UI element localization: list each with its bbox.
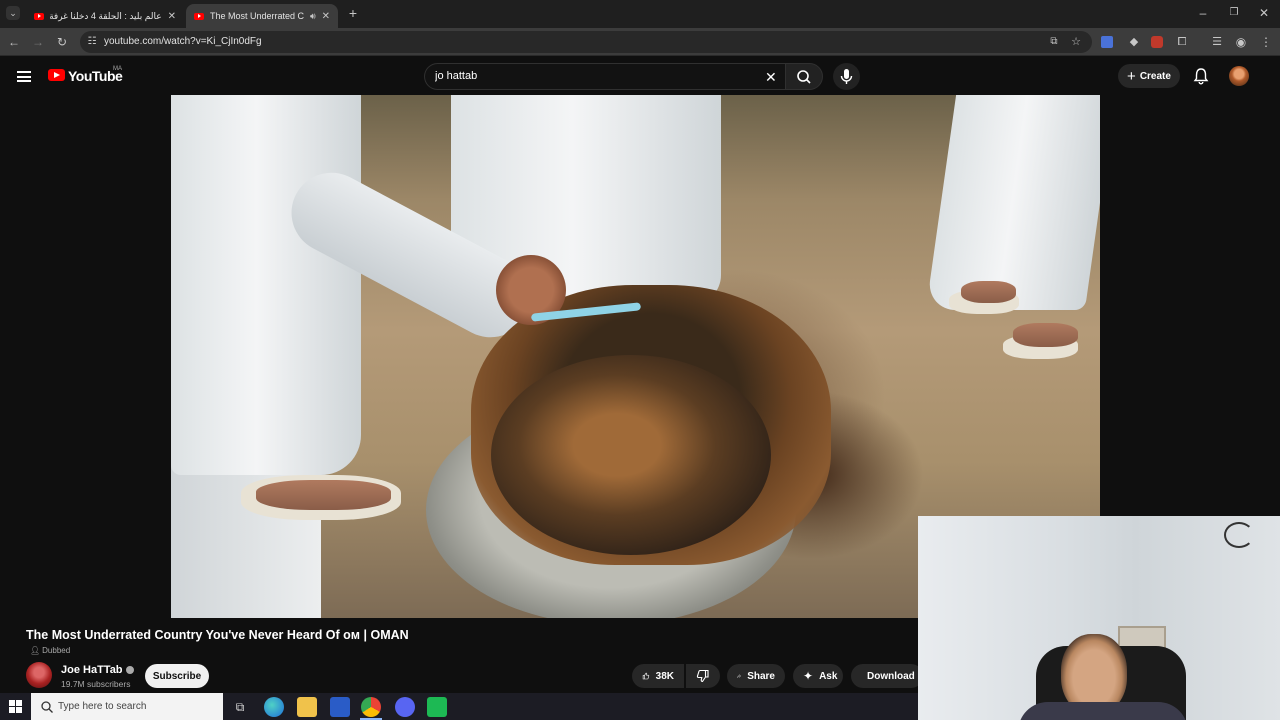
back-icon[interactable]: ← [6, 34, 22, 50]
subscriber-count: 19.7M subscribers [61, 679, 131, 689]
youtube-header: YouTube MA ✕ + Create [0, 57, 1280, 95]
chrome-icon[interactable] [361, 697, 381, 717]
tab-title: The Most Underrated Coun [210, 11, 304, 21]
video-frame-robe [171, 95, 361, 475]
share-button[interactable]: Share [727, 664, 785, 688]
video-frame-leaves [491, 355, 771, 555]
address-bar[interactable]: ☷ youtube.com/watch?v=Ki_CjIn0dFg ⧉ ☆ [80, 31, 1092, 53]
search-box[interactable]: ✕ [424, 63, 786, 90]
youtube-favicon-icon [194, 12, 204, 20]
sparkle-icon: ✦ [803, 669, 814, 683]
tab-title: عالم بليد : الحلقة 4 دخلنا غرفة 😳 [50, 10, 162, 21]
close-tab-icon[interactable]: ✕ [322, 11, 330, 22]
verified-badge-icon [125, 666, 134, 674]
video-title: The Most Underrated Country You've Never… [26, 628, 409, 642]
windows-start-icon[interactable] [9, 700, 22, 713]
browser-tab-1[interactable]: عالم بليد : الحلقة 4 دخلنا غرفة 😳 ✕ [26, 4, 184, 28]
url-text: youtube.com/watch?v=Ki_CjIn0dFg [104, 36, 262, 47]
ask-button[interactable]: ✦ Ask [793, 664, 843, 688]
close-window-icon[interactable]: ✕ [1256, 5, 1272, 21]
video-frame-robe [925, 95, 1100, 310]
taskbar-search-box[interactable]: Type here to search [31, 693, 223, 720]
share-label: Share [747, 670, 775, 682]
like-button[interactable]: 38K [632, 664, 684, 688]
menu-hamburger-icon[interactable] [17, 71, 31, 82]
media-controls-icon[interactable]: ☰ [1209, 34, 1225, 50]
download-label: Download [867, 670, 915, 682]
tab-search-chevron-icon[interactable]: ⌄ [6, 6, 20, 20]
windows-taskbar: Type here to search ⧉ [0, 693, 918, 720]
green-app-icon[interactable] [427, 697, 447, 717]
site-info-icon[interactable]: ☷ [84, 34, 100, 50]
profile-icon[interactable]: ◉ [1233, 34, 1249, 50]
download-button[interactable]: Download [851, 664, 923, 688]
bell-icon [1193, 68, 1209, 85]
webcam-overlay [918, 516, 1280, 720]
search-button[interactable] [785, 63, 823, 90]
discord-icon[interactable] [395, 697, 415, 717]
like-count: 38K [655, 670, 674, 682]
webcam-lamp [1224, 522, 1254, 548]
search-icon [41, 701, 53, 713]
speaker-icon[interactable]: 🔊︎ [310, 11, 316, 22]
channel-name-text: Joe HaTTab [61, 664, 123, 676]
video-frame-foot [961, 281, 1016, 303]
forward-icon[interactable]: → [30, 34, 46, 50]
country-code: MA [113, 66, 122, 72]
new-tab-icon[interactable]: + [345, 5, 361, 21]
browser-tab-2[interactable]: The Most Underrated Coun 🔊︎ ✕ [186, 4, 338, 28]
file-explorer-icon[interactable] [297, 697, 317, 717]
plus-icon: + [1127, 67, 1136, 85]
reload-icon[interactable]: ↻ [54, 34, 70, 50]
create-button[interactable]: + Create [1118, 64, 1180, 88]
channel-name[interactable]: Joe HaTTab [61, 664, 134, 676]
dubbed-badge: 👤︎ Dubbed [30, 646, 70, 655]
clear-search-icon[interactable]: ✕ [765, 69, 777, 86]
close-tab-icon[interactable]: ✕ [168, 11, 176, 22]
bookmark-star-icon[interactable]: ☆ [1068, 34, 1084, 50]
dubbed-label: Dubbed [42, 646, 71, 655]
voice-search-button[interactable] [833, 63, 860, 90]
dubbed-person-icon: 👤︎ [30, 646, 41, 655]
thumbs-down-icon [696, 669, 709, 683]
browser-tab-strip: ⌄ عالم بليد : الحلقة 4 دخلنا غرفة 😳 ✕ Th… [0, 0, 1280, 28]
video-frame-foot [1013, 323, 1078, 347]
channel-avatar[interactable] [26, 662, 52, 688]
thumbs-up-icon [642, 672, 650, 680]
extension-red-icon[interactable] [1151, 36, 1163, 48]
create-label: Create [1139, 70, 1171, 82]
search-input[interactable] [435, 70, 755, 82]
search-icon [797, 70, 811, 84]
browser-toolbar: ← → ↻ ☷ youtube.com/watch?v=Ki_CjIn0dFg … [0, 28, 1280, 56]
subscribe-button[interactable]: Subscribe [145, 664, 209, 688]
browser-menu-icon[interactable]: ⋮ [1258, 34, 1274, 50]
minimize-icon[interactable]: – [1195, 5, 1211, 21]
translate-extension-icon[interactable] [1101, 36, 1113, 48]
ask-label: Ask [819, 670, 838, 682]
webcam-person-body [1018, 702, 1188, 720]
edge-icon[interactable] [264, 697, 284, 717]
restore-icon[interactable]: ❐ [1226, 5, 1242, 21]
extension-diamond-icon[interactable]: ◆ [1126, 34, 1142, 50]
taskbar-search-placeholder: Type here to search [58, 701, 147, 712]
youtube-favicon-icon [34, 12, 44, 20]
task-view-icon[interactable]: ⧉ [230, 697, 250, 717]
microphone-icon [840, 69, 853, 84]
youtube-logo-icon[interactable] [48, 69, 65, 81]
account-avatar[interactable] [1229, 66, 1249, 86]
notifications-button[interactable] [1192, 67, 1210, 85]
dislike-button[interactable] [686, 664, 720, 688]
install-app-icon[interactable]: ⧉ [1046, 34, 1062, 50]
share-arrow-icon [737, 674, 742, 678]
video-frame-foot [256, 480, 391, 510]
extensions-puzzle-icon[interactable]: ⧠ [1174, 34, 1190, 50]
microsoft-store-icon[interactable] [330, 697, 350, 717]
